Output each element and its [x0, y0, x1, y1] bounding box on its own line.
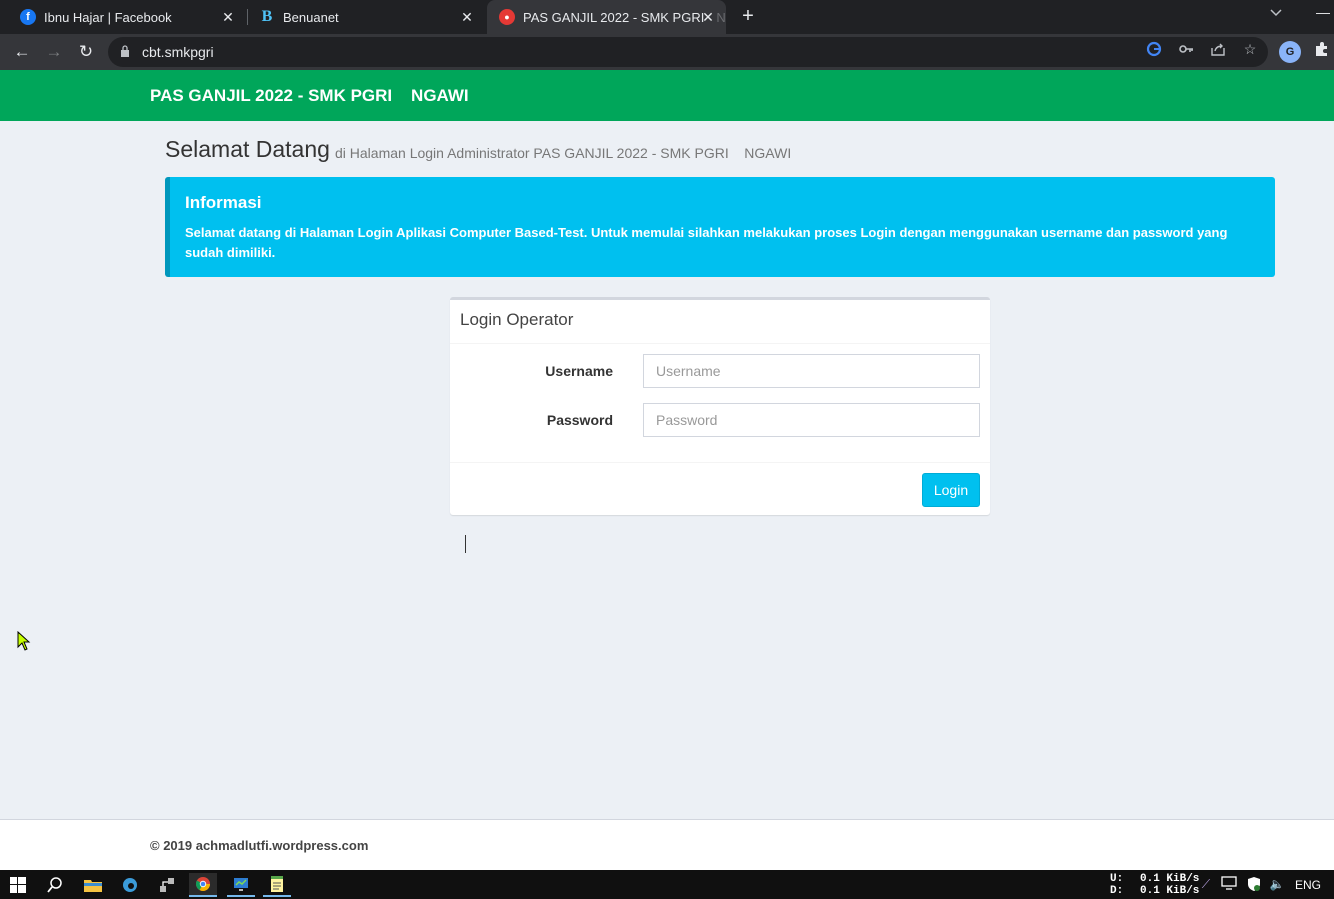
login-box-title: Login Operator	[460, 310, 574, 329]
tab-title-fade: N	[716, 9, 726, 25]
mouse-pointer-icon	[17, 631, 31, 651]
search-icon[interactable]	[41, 873, 69, 897]
text-caret	[465, 535, 466, 553]
url-text: cbt.smkpgri	[142, 44, 214, 60]
tab-separator	[247, 9, 248, 25]
upload-speed: 0.1 KiB/s	[1140, 873, 1200, 885]
security-shield-icon[interactable]	[1246, 876, 1262, 892]
extensions-puzzle-icon[interactable]	[1311, 41, 1333, 63]
callout-text: Selamat datang di Halaman Login Aplikasi…	[185, 225, 1228, 260]
window-minimize-icon[interactable]: —	[1316, 4, 1330, 20]
chrome-icon[interactable]	[189, 873, 217, 897]
callout-title: Informasi	[185, 193, 262, 212]
language-indicator[interactable]: ENG	[1295, 878, 1321, 892]
tab-search-chevron-icon[interactable]	[1270, 6, 1286, 22]
lock-icon	[121, 45, 129, 57]
footer-copyright: © 2019 achmadlutfi.wordpress.com	[150, 838, 369, 853]
app-brand[interactable]: PAS GANJIL 2022 - SMK PGRI NGAWI	[150, 86, 469, 106]
back-icon[interactable]: ←	[12, 42, 32, 62]
key-icon[interactable]	[1178, 41, 1194, 57]
info-callout: Informasi Selamat datang di Halaman Logi…	[165, 177, 1275, 277]
browser-tab-cbt[interactable]: ● PAS GANJIL 2022 - SMK PGRI N ✕	[487, 0, 726, 34]
browser-tab-facebook[interactable]: f Ibnu Hajar | Facebook ✕	[10, 0, 246, 34]
login-button[interactable]: Login	[922, 473, 980, 507]
file-explorer-icon[interactable]	[79, 873, 107, 897]
tab-title: Ibnu Hajar | Facebook	[44, 9, 172, 25]
cbt-app-icon: ●	[499, 9, 515, 25]
feather-tray-icon[interactable]: ⟋	[1198, 876, 1214, 892]
volume-icon[interactable]: 🔈	[1269, 876, 1285, 892]
network-tray-icon[interactable]	[1221, 876, 1237, 892]
close-tab-icon[interactable]: ✕	[700, 9, 716, 25]
bookmark-star-icon[interactable]: ☆	[1242, 41, 1258, 57]
browser-toolbar: ← → ↻ cbt.smkpgri ☆ G	[0, 34, 1334, 70]
edge-browser-icon[interactable]	[116, 873, 144, 897]
page-subtitle: di Halaman Login Administrator PAS GANJI…	[335, 145, 792, 161]
windows-taskbar: U: 0.1 KiB/s D: 0.1 KiB/s ⟋ 🔈 ENG	[0, 870, 1334, 899]
network-tool-icon[interactable]	[153, 873, 181, 897]
username-input[interactable]	[643, 354, 980, 388]
forward-icon[interactable]: →	[44, 42, 64, 62]
browser-tabstrip: f Ibnu Hajar | Facebook ✕ B Benuanet ✕ ●…	[0, 0, 1334, 34]
download-speed: 0.1 KiB/s	[1140, 885, 1200, 897]
network-speed-meter: U: 0.1 KiB/s D: 0.1 KiB/s	[1110, 873, 1199, 897]
password-input[interactable]	[643, 403, 980, 437]
app-monitor-icon[interactable]	[227, 873, 255, 897]
reload-icon[interactable]: ↻	[76, 42, 96, 62]
username-label: Username	[545, 363, 613, 379]
benuanet-b-icon: B	[261, 8, 273, 25]
page-footer: © 2019 achmadlutfi.wordpress.com	[0, 819, 1334, 870]
tab-title: Benuanet	[283, 9, 339, 25]
address-bar[interactable]: cbt.smkpgri	[108, 37, 1268, 67]
windows-start-icon[interactable]	[4, 873, 32, 897]
close-tab-icon[interactable]: ✕	[459, 9, 475, 25]
close-tab-icon[interactable]: ✕	[220, 9, 236, 25]
translate-extension-icon[interactable]: G	[1279, 41, 1301, 63]
box-footer-divider	[450, 462, 990, 463]
app-header: PAS GANJIL 2022 - SMK PGRI NGAWI	[0, 70, 1334, 121]
facebook-icon: f	[20, 9, 36, 25]
upload-label: U:	[1110, 873, 1124, 885]
login-box: Login Operator Username Password Login	[450, 297, 990, 515]
new-tab-button[interactable]: +	[738, 6, 758, 26]
download-label: D:	[1110, 885, 1124, 897]
google-icon[interactable]	[1146, 41, 1162, 57]
password-label: Password	[546, 412, 613, 428]
page-title: Selamat Datang	[165, 136, 330, 162]
tab-title: PAS GANJIL 2022 - SMK PGRI	[523, 9, 705, 25]
box-divider	[450, 343, 990, 344]
notepad-icon[interactable]	[263, 873, 291, 897]
share-icon[interactable]	[1210, 41, 1226, 57]
browser-tab-benuanet[interactable]: B Benuanet ✕	[249, 0, 485, 34]
